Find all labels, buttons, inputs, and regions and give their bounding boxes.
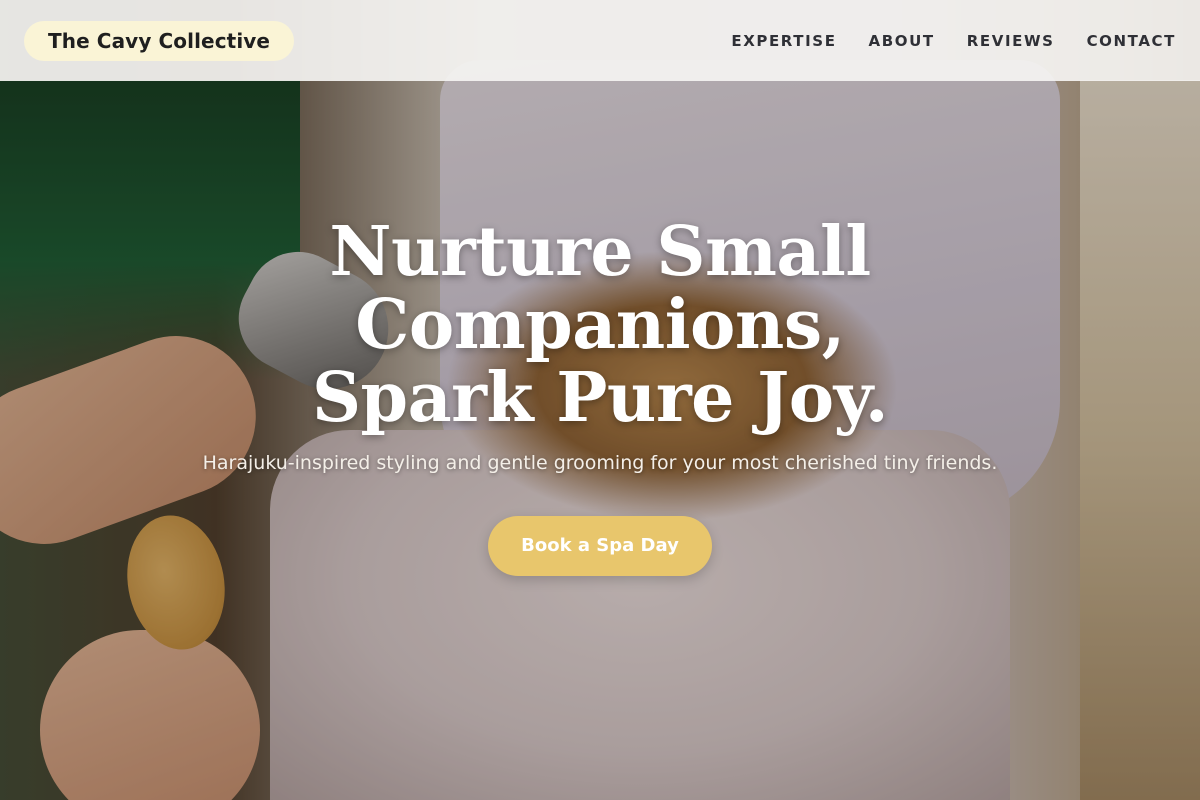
top-navigation-bar: The Cavy Collective EXPERTISE ABOUT REVI… <box>0 0 1200 81</box>
hero-headline-line-3: Spark Pure Joy. <box>311 358 889 438</box>
nav-link-reviews[interactable]: REVIEWS <box>967 32 1055 50</box>
main-nav: EXPERTISE ABOUT REVIEWS CONTACT <box>731 32 1176 50</box>
nav-link-contact[interactable]: CONTACT <box>1087 32 1176 50</box>
hero-headline-line-1: Nurture Small <box>329 212 871 292</box>
hero-subtext: Harajuku-inspired styling and gentle gro… <box>202 452 998 474</box>
hero-section: Nurture Small Companions, Spark Pure Joy… <box>0 216 1200 576</box>
nav-link-about[interactable]: ABOUT <box>869 32 935 50</box>
book-spa-day-button[interactable]: Book a Spa Day <box>488 516 712 576</box>
nav-link-expertise[interactable]: EXPERTISE <box>731 32 836 50</box>
brand-logo-link[interactable]: The Cavy Collective <box>24 20 295 61</box>
hero-headline: Nurture Small Companions, Spark Pure Joy… <box>0 216 1200 435</box>
hero-headline-line-2: Companions, <box>355 285 845 365</box>
